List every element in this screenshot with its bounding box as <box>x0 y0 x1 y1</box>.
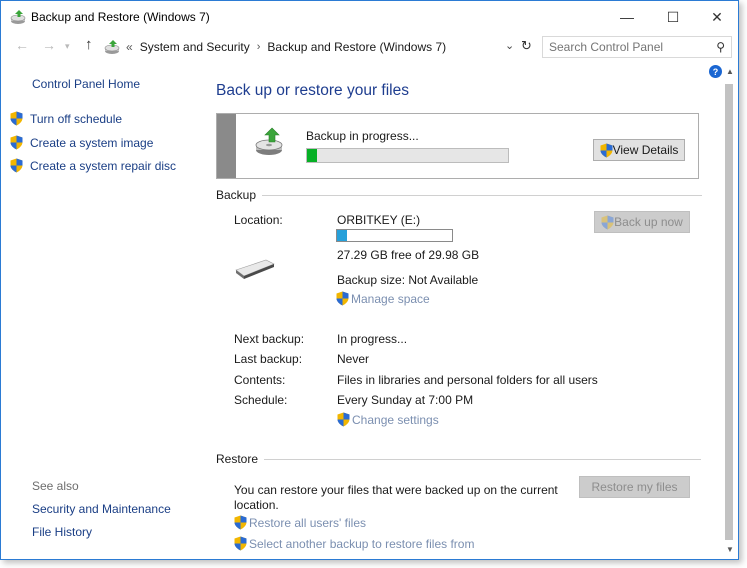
up-arrow-icon[interactable]: ↑ <box>85 36 93 53</box>
backup-restore-window: Backup and Restore (Windows 7) — ☐ ✕ ← →… <box>0 0 739 560</box>
location-value: ORBITKEY (E:) <box>337 213 421 227</box>
backup-heading-label: Backup <box>216 188 257 202</box>
close-button[interactable]: ✕ <box>694 1 738 33</box>
restore-heading-label: Restore <box>216 452 259 466</box>
section-divider <box>264 458 702 460</box>
maximize-button[interactable]: ☐ <box>650 1 696 33</box>
backup-progress-fill <box>307 149 318 162</box>
manage-space-label: Manage space <box>351 291 430 306</box>
window-title: Backup and Restore (Windows 7) <box>31 10 210 24</box>
turn-off-schedule-label: Turn off schedule <box>30 111 123 126</box>
uac-shield-icon <box>601 215 614 229</box>
uac-shield-icon <box>600 143 613 157</box>
restore-all-users-files-label: Restore all users' files <box>249 515 366 530</box>
restore-my-files-label: Restore my files <box>591 480 678 494</box>
next-backup-label: Next backup: <box>234 332 305 346</box>
restore-section-heading: Restore <box>216 452 702 466</box>
change-settings-label: Change settings <box>352 412 439 427</box>
next-backup-value: In progress... <box>337 332 408 346</box>
select-another-backup-link[interactable]: Select another backup to restore files f… <box>234 536 474 551</box>
breadcrumb-backup-restore[interactable]: Backup and Restore (Windows 7) <box>267 40 446 54</box>
contents-value: Files in libraries and personal folders … <box>337 373 598 387</box>
title-bar: Backup and Restore (Windows 7) — ☐ ✕ <box>1 1 738 33</box>
vertical-scrollbar[interactable]: ▲ ▼ <box>722 63 738 559</box>
scroll-down-arrow-icon[interactable]: ▼ <box>726 545 734 554</box>
back-up-now-label: Back up now <box>614 215 683 229</box>
last-backup-label: Last backup: <box>234 352 303 366</box>
backup-progress-panel: Backup in progress... View Details <box>216 113 699 179</box>
view-details-label: View Details <box>612 143 679 157</box>
backup-section-heading: Backup <box>216 188 703 202</box>
schedule-value: Every Sunday at 7:00 PM <box>337 393 474 407</box>
refresh-icon[interactable]: ↻ <box>521 38 532 54</box>
backup-size: Backup size: Not Available <box>337 273 479 287</box>
breadcrumb[interactable]: « System and Security › Backup and Resto… <box>104 36 517 58</box>
breadcrumb-overflow[interactable]: « <box>126 40 133 54</box>
recent-locations-chevron-icon[interactable]: ▾ <box>65 41 70 52</box>
location-label: Location: <box>234 213 283 227</box>
minimize-button[interactable]: — <box>604 1 650 33</box>
uac-shield-icon <box>234 515 247 530</box>
back-arrow-icon[interactable]: ← <box>15 37 29 53</box>
page-title: Back up or restore your files <box>216 82 409 99</box>
drive-capacity-bar <box>336 229 453 242</box>
back-up-now-button[interactable]: Back up now <box>594 211 690 233</box>
create-system-image-link[interactable]: Create a system image <box>10 135 153 150</box>
last-backup-value: Never <box>337 352 370 366</box>
restore-all-users-files-link[interactable]: Restore all users' files <box>234 515 366 530</box>
search-icon[interactable]: ⚲ <box>716 40 725 54</box>
address-dropdown-chevron-icon[interactable]: ⌄ <box>505 39 514 52</box>
scrollbar-thumb[interactable] <box>725 84 733 540</box>
select-another-backup-label: Select another backup to restore files f… <box>249 536 475 551</box>
restore-description: You can restore your files that were bac… <box>234 483 558 512</box>
uac-shield-icon <box>336 291 349 306</box>
maximize-icon: ☐ <box>666 8 680 25</box>
search-input[interactable] <box>543 37 703 57</box>
turn-off-schedule-link[interactable]: Turn off schedule <box>10 111 122 126</box>
backup-restore-icon <box>10 10 26 24</box>
section-divider <box>262 194 703 196</box>
search-box[interactable]: ⚲ <box>542 36 732 58</box>
control-panel-home-link[interactable]: Control Panel Home <box>32 77 140 91</box>
backup-status-text: Backup in progress... <box>306 129 419 143</box>
control-panel-icon <box>104 40 120 54</box>
drive-capacity-fill <box>337 230 348 241</box>
close-icon: ✕ <box>711 8 723 25</box>
uac-shield-icon <box>10 158 23 173</box>
uac-shield-icon <box>337 412 350 427</box>
contents-label: Contents: <box>234 373 286 387</box>
see-also-heading: See also <box>32 479 79 493</box>
usb-drive-icon <box>235 259 275 279</box>
security-maintenance-link[interactable]: Security and Maintenance <box>32 502 171 516</box>
drive-free-space: 27.29 GB free of 29.98 GB <box>337 248 480 262</box>
main-content: Back up or restore your files Backup in … <box>201 63 721 559</box>
create-system-image-label: Create a system image <box>30 135 154 150</box>
backup-progress-bar <box>306 148 509 163</box>
uac-shield-icon <box>234 536 247 551</box>
view-details-button[interactable]: View Details <box>593 139 685 161</box>
breadcrumb-system-security[interactable]: System and Security <box>140 40 250 54</box>
create-system-repair-disc-label: Create a system repair disc <box>30 158 177 173</box>
file-history-link[interactable]: File History <box>32 525 92 539</box>
help-icon[interactable]: ? <box>709 65 722 78</box>
backup-drive-icon <box>255 127 283 155</box>
forward-arrow-icon[interactable]: → <box>42 37 56 53</box>
scroll-up-arrow-icon[interactable]: ▲ <box>726 67 734 76</box>
create-system-repair-disc-link[interactable]: Create a system repair disc <box>10 158 176 173</box>
uac-shield-icon <box>10 135 23 150</box>
manage-space-link[interactable]: Manage space <box>336 291 430 306</box>
schedule-label: Schedule: <box>234 393 288 407</box>
minimize-icon: — <box>620 9 634 25</box>
progress-panel-accent <box>217 114 236 178</box>
uac-shield-icon <box>10 111 23 126</box>
change-settings-link[interactable]: Change settings <box>337 412 439 427</box>
restore-my-files-button[interactable]: Restore my files <box>579 476 690 498</box>
left-navigation-pane: Control Panel Home Turn off schedule Cre… <box>1 63 201 559</box>
breadcrumb-separator-icon[interactable]: › <box>257 41 261 53</box>
